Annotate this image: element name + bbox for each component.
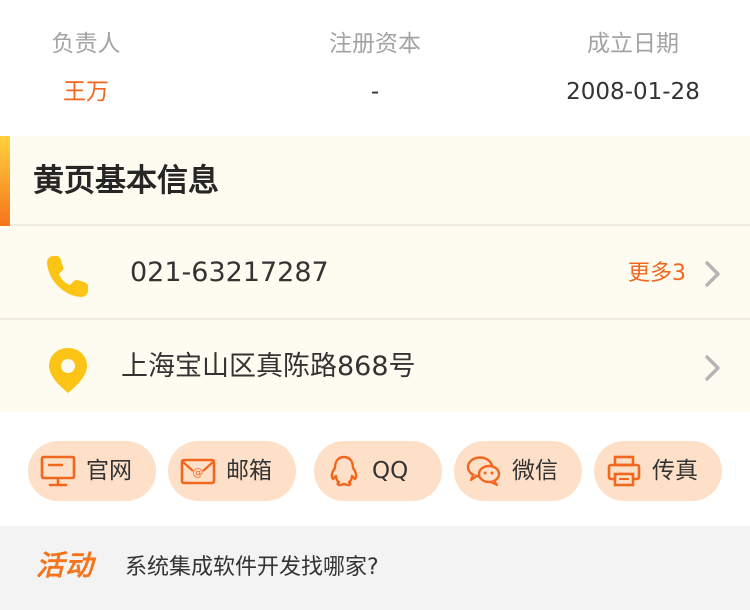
wechat-button[interactable]: 微信 — [454, 441, 582, 501]
address-row[interactable]: 上海宝山区真陈路868号 — [0, 322, 750, 414]
email-icon: @ — [180, 458, 216, 485]
info-legal-person: 负责人 王万 — [0, 28, 172, 108]
svg-text:@: @ — [193, 466, 204, 479]
company-info-row: 负责人 王万 注册资本 - 成立日期 2008-01-28 — [0, 0, 750, 136]
chevron-right-icon — [705, 355, 720, 381]
wechat-icon — [466, 456, 501, 487]
activity-tag: 活动 — [36, 549, 95, 582]
chevron-right-icon — [705, 261, 720, 287]
wechat-label: 微信 — [512, 458, 558, 484]
fax-button[interactable]: 传真 — [594, 441, 722, 501]
info-registered-capital: 注册资本 - — [290, 28, 460, 108]
qq-label: QQ — [372, 458, 409, 484]
info-label: 注册资本 — [329, 31, 421, 57]
info-value: - — [370, 79, 380, 105]
email-label: 邮箱 — [226, 458, 272, 484]
phone-icon — [47, 256, 88, 297]
address-text: 上海宝山区真陈路868号 — [121, 351, 416, 382]
website-label: 官网 — [86, 458, 132, 484]
qq-icon — [330, 455, 358, 487]
accent-bar — [0, 136, 10, 226]
info-label: 成立日期 — [587, 31, 679, 57]
info-label: 负责人 — [51, 31, 121, 57]
yellow-pages-header: 黄页基本信息 — [0, 136, 750, 226]
location-pin-icon — [49, 348, 87, 393]
phone-row[interactable]: 021-63217287 更多3 — [0, 228, 750, 320]
qq-button[interactable]: QQ — [314, 441, 442, 501]
contact-buttons: 官网 @ 邮箱 QQ 微信 传真 — [0, 412, 750, 526]
activity-banner[interactable]: 活动 系统集成软件开发找哪家? — [0, 526, 750, 610]
email-button[interactable]: @ 邮箱 — [168, 441, 296, 501]
fax-label: 传真 — [652, 458, 698, 484]
legal-person-link[interactable]: 王万 — [0, 76, 172, 108]
info-established-date: 成立日期 2008-01-28 — [548, 28, 718, 108]
activity-text[interactable]: 系统集成软件开发找哪家? — [125, 552, 379, 584]
printer-icon — [607, 455, 641, 487]
monitor-icon — [40, 455, 76, 487]
info-value: 2008-01-28 — [566, 79, 700, 105]
more-phones-link[interactable]: 更多3 — [628, 258, 686, 290]
website-button[interactable]: 官网 — [28, 441, 156, 501]
yellow-pages-card: 黄页基本信息 021-63217287 更多3 上海宝山区真陈路868号 — [0, 136, 750, 412]
section-title: 黄页基本信息 — [33, 163, 219, 199]
phone-number: 021-63217287 — [130, 257, 329, 288]
